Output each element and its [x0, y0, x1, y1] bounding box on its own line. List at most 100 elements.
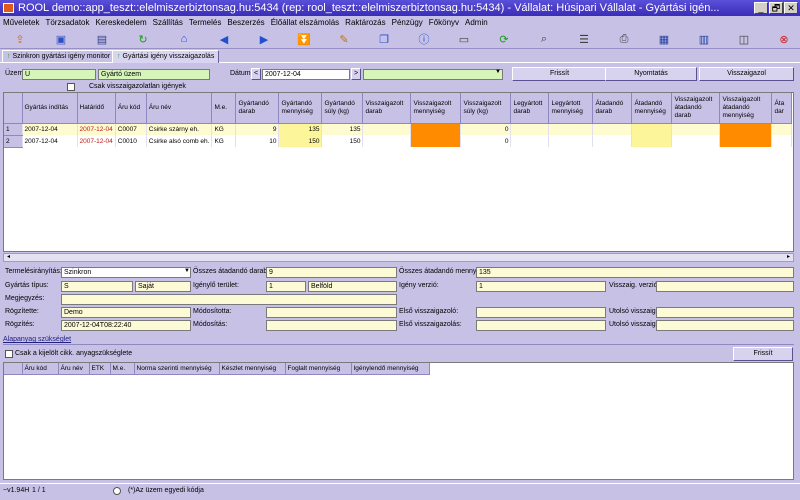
col-foglalt-mennyiseg[interactable]: Foglalt mennyiség: [285, 363, 352, 375]
cell-name[interactable]: Csirke szárny eh.: [146, 123, 213, 135]
cell-conf-handover-quantity[interactable]: [719, 123, 773, 135]
termeles-dropdown-icon[interactable]: ▼: [184, 268, 190, 274]
menu-eloallat[interactable]: Élőállat elszámolás: [271, 16, 339, 29]
cell-code[interactable]: C0010: [115, 135, 147, 147]
cell-name[interactable]: Csirke alsó comb eh.: [146, 135, 213, 147]
edit-icon[interactable]: ✎: [336, 31, 352, 47]
col-me[interactable]: M.e.: [211, 93, 237, 124]
cell-deadline[interactable]: 2007-12-04: [77, 135, 116, 147]
col-vissz-atadando-darab[interactable]: Visszaigazolt átadandó darab: [671, 93, 721, 124]
print-icon[interactable]: ⎙: [616, 31, 632, 47]
menu-fokonyv[interactable]: Főkönyv: [429, 16, 459, 29]
col-keszlet-mennyiseg[interactable]: Készlet mennyiség: [219, 363, 286, 375]
maximize-button[interactable]: 🗗: [769, 2, 783, 14]
menu-szallitas[interactable]: Szállítás: [153, 16, 183, 29]
col-atadando-darab[interactable]: Átadandó darab: [592, 93, 633, 124]
cell-conf-handover-quantity[interactable]: [719, 135, 773, 147]
cell-conf-pieces[interactable]: [362, 123, 412, 135]
col-gyartando-suly[interactable]: Gyártandó súly (kg): [321, 93, 364, 124]
arrow-left-icon[interactable]: ◀: [216, 31, 232, 47]
print-button[interactable]: Nyomtatás: [605, 67, 697, 81]
only-selected-checkbox[interactable]: [5, 350, 13, 358]
menu-beszerzes[interactable]: Beszerzés: [227, 16, 264, 29]
cell-unit[interactable]: KG: [211, 135, 237, 147]
only-unconfirmed-checkbox[interactable]: [67, 83, 75, 91]
info-icon[interactable]: ⓘ: [416, 31, 432, 47]
col-aru-kod[interactable]: Áru kód: [22, 363, 59, 375]
cell-deadline[interactable]: 2007-12-04: [77, 123, 116, 135]
row-number[interactable]: 2: [4, 135, 23, 148]
home-icon[interactable]: ⌂: [176, 31, 192, 47]
vissz-verzio-field[interactable]: [656, 281, 794, 292]
form-icon[interactable]: ▭: [456, 31, 472, 47]
confirm-button[interactable]: Visszaigazol: [699, 67, 794, 81]
utolso-vissz-field[interactable]: [656, 307, 794, 318]
cell-start[interactable]: 2007-12-04: [22, 123, 78, 135]
menu-muveletek[interactable]: Műveletek: [3, 16, 39, 29]
col-igenylendo-mennyiseg[interactable]: Igénylendő mennyiség: [351, 363, 430, 375]
cell-handover-pieces[interactable]: [592, 123, 633, 135]
igenylo-code[interactable]: 1: [266, 281, 306, 292]
cell-quantity[interactable]: 150: [278, 135, 323, 147]
col-visszaigazolt-suly[interactable]: Visszaigazolt súly (kg): [460, 93, 512, 124]
window-icon[interactable]: ◫: [736, 31, 752, 47]
menu-termeles[interactable]: Termelés: [189, 16, 221, 29]
cell-unit[interactable]: KG: [211, 123, 237, 135]
datum-field[interactable]: 2007-12-04: [262, 69, 350, 80]
minimize-button[interactable]: _: [754, 2, 768, 14]
tab-szinkron-monitor[interactable]: ↑ Szinkron gyártási igény monitor: [2, 50, 116, 63]
rogzitette-field[interactable]: Demo: [61, 307, 191, 318]
col-gyartando-mennyiseg[interactable]: Gyártandó mennyiség: [278, 93, 323, 124]
list-icon[interactable]: ☰: [576, 31, 592, 47]
ossz-darab-field[interactable]: 9: [266, 267, 397, 278]
refresh-icon[interactable]: ↻: [135, 31, 151, 47]
elso-vissz2-field[interactable]: [476, 320, 606, 331]
cell-extra[interactable]: [771, 123, 793, 135]
close-button[interactable]: ✕: [784, 2, 798, 14]
cell-conf-pieces[interactable]: [362, 135, 412, 147]
save-icon[interactable]: ▤: [94, 31, 110, 47]
rogzites-field[interactable]: 2007-12-04T08:22:40: [61, 320, 191, 331]
cell-pieces[interactable]: 9: [235, 123, 280, 135]
menu-torzsadatok[interactable]: Törzsadatok: [45, 16, 89, 29]
col-vissz-atadando-mennyiseg[interactable]: Visszaigazolt átadandó mennyiség: [719, 93, 773, 124]
alapanyag-refresh-button[interactable]: Frissít: [733, 347, 793, 361]
col-atadando-mennyiseg[interactable]: Átadandó mennyiség: [631, 93, 673, 124]
scroll-left-icon[interactable]: ◂: [4, 254, 13, 261]
igeny-verzio-field[interactable]: 1: [476, 281, 606, 292]
columns-icon[interactable]: ▥: [696, 31, 712, 47]
modositotta-field[interactable]: [266, 307, 397, 318]
cell-start[interactable]: 2007-12-04: [22, 135, 78, 147]
cell-code[interactable]: C0007: [115, 123, 147, 135]
menu-admin[interactable]: Admin: [465, 16, 488, 29]
cell-handover-quantity[interactable]: [631, 123, 673, 135]
col-visszaigazolt-mennyiseg[interactable]: Visszaigazolt mennyiség: [410, 93, 462, 124]
gyartas-tipus-code[interactable]: S: [61, 281, 133, 292]
uzem-code-field[interactable]: U: [22, 69, 96, 80]
copy-icon[interactable]: ❐: [376, 31, 392, 47]
arrow-down-icon[interactable]: ⏬: [296, 31, 312, 47]
select-dropdown-icon[interactable]: ▼: [495, 69, 501, 75]
cell-conf-quantity[interactable]: [410, 123, 462, 135]
cell-extra[interactable]: [771, 135, 793, 147]
cell-conf-weight[interactable]: 0: [460, 135, 512, 147]
date-prev-button[interactable]: <: [251, 68, 261, 80]
reload-icon[interactable]: ⟳: [496, 31, 512, 47]
search-icon[interactable]: ⌕: [536, 31, 552, 47]
col-norma-mennyiseg[interactable]: Norma szerinti mennyiség: [134, 363, 220, 375]
cell-made-pieces[interactable]: [510, 135, 550, 147]
table-icon[interactable]: ▦: [656, 31, 672, 47]
gyartas-tipus-name[interactable]: Saját: [135, 281, 191, 292]
tab-visszaigazolas[interactable]: ↑ Gyártási igény visszaigazolás: [112, 50, 220, 63]
col-legyartott-mennyiseg[interactable]: Legyártott mennyiség: [548, 93, 594, 124]
cell-conf-quantity[interactable]: [410, 135, 462, 147]
col-gyartas-inditas[interactable]: Gyártás indítás: [22, 93, 78, 124]
table-row[interactable]: 2 2007-12-04 2007-12-04 C0010 Csirke als…: [4, 135, 793, 148]
col-etk[interactable]: ETK: [89, 363, 111, 375]
cell-made-quantity[interactable]: [548, 135, 594, 147]
megjegyzes-field[interactable]: [61, 294, 397, 305]
utolso-vissz2-field[interactable]: [656, 320, 794, 331]
col-gyartando-darab[interactable]: Gyártandó darab: [235, 93, 280, 124]
open-icon[interactable]: ⇪: [12, 31, 28, 47]
horizontal-scrollbar[interactable]: ◂ ▸: [3, 253, 794, 262]
